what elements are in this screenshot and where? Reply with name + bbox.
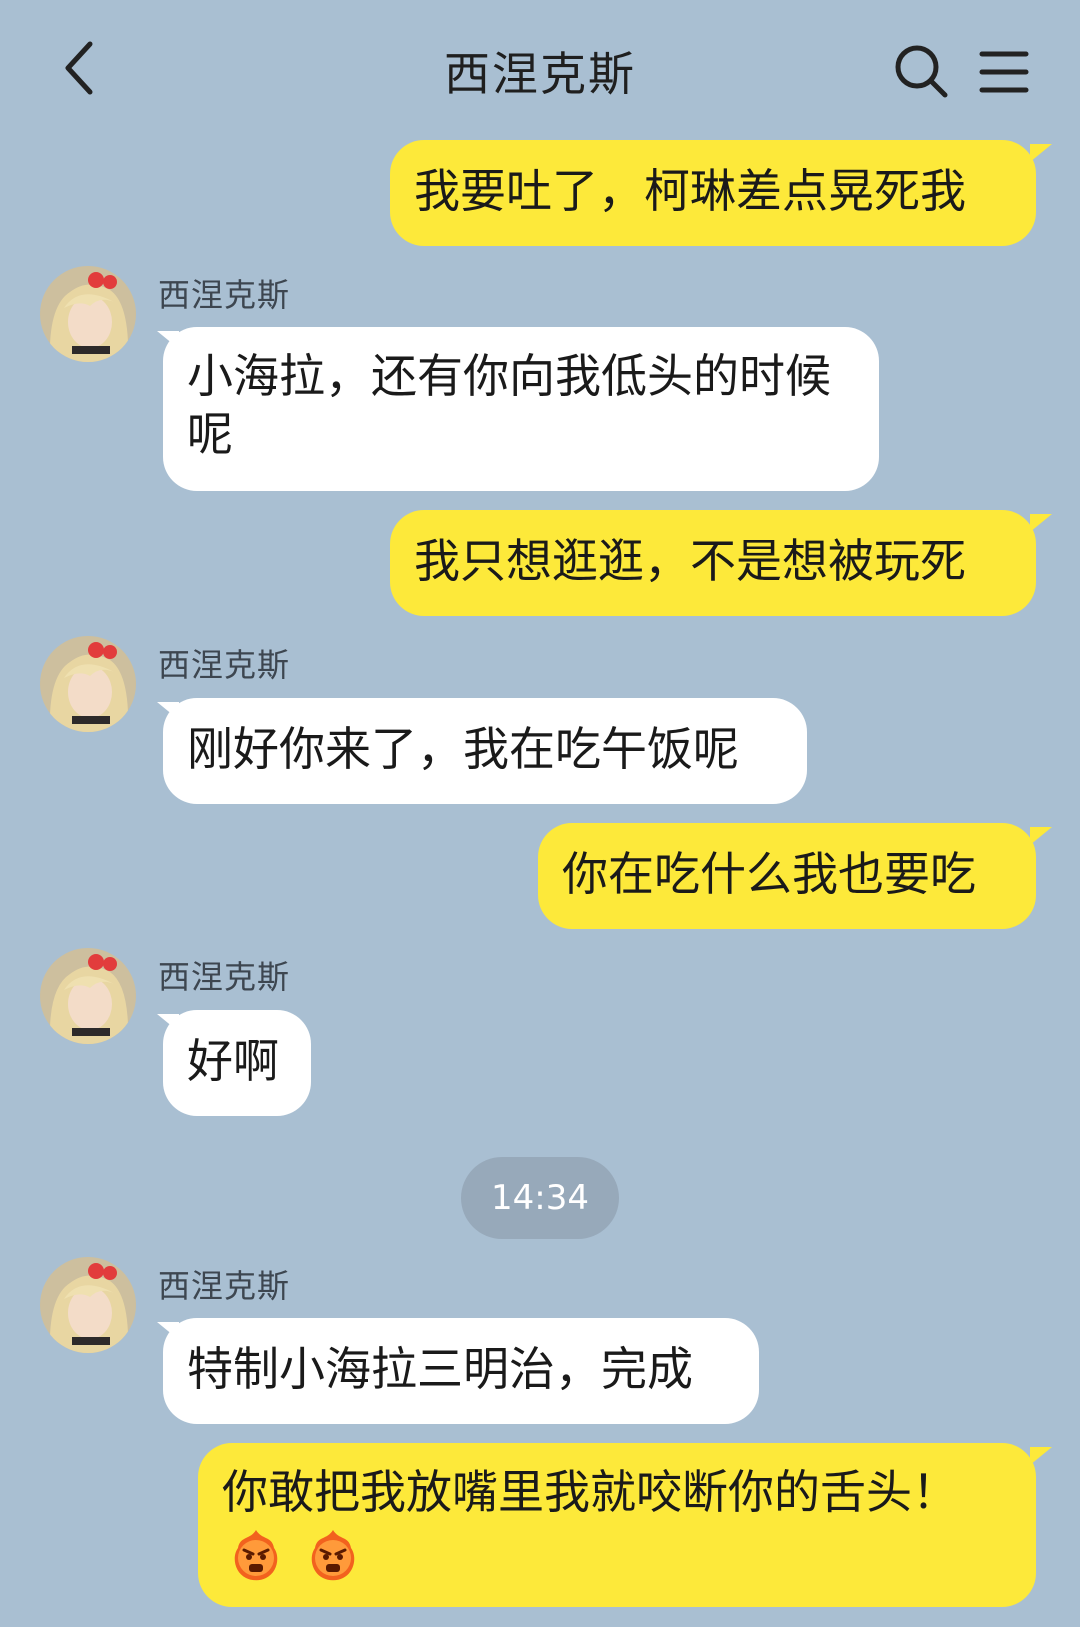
outgoing-message[interactable]: 你在吃什么我也要吃 bbox=[538, 823, 1036, 929]
sender-name: 西涅克斯 bbox=[158, 958, 291, 996]
hamburger-menu-icon bbox=[979, 51, 1029, 93]
message-text: 好啊 bbox=[187, 1034, 279, 1088]
sender-name: 西涅克斯 bbox=[158, 1267, 291, 1305]
bubble-tail bbox=[157, 1014, 179, 1032]
bubble-tail bbox=[1030, 1447, 1052, 1465]
message-text: 小海拉，还有你向我低头的时候呢 bbox=[187, 349, 831, 461]
sender-name: 西涅克斯 bbox=[158, 276, 291, 314]
chat-header: 西涅克斯 bbox=[0, 0, 1080, 140]
avatar[interactable] bbox=[40, 636, 136, 732]
message-text: 我要吐了，柯琳差点晃死我 bbox=[414, 164, 966, 218]
avatar[interactable] bbox=[40, 266, 136, 362]
search-button[interactable] bbox=[892, 42, 952, 102]
message-text: 特制小海拉三明治，完成 bbox=[187, 1342, 693, 1396]
search-icon bbox=[895, 45, 948, 98]
avatar[interactable] bbox=[40, 948, 136, 1044]
bubble-tail bbox=[1030, 514, 1052, 532]
incoming-message[interactable]: 刚好你来了，我在吃午饭呢 bbox=[163, 698, 807, 804]
outgoing-message[interactable]: 我只想逛逛，不是想被玩死 bbox=[390, 510, 1036, 616]
incoming-message[interactable]: 特制小海拉三明治，完成 bbox=[163, 1318, 759, 1424]
angry-fire-face-emoji bbox=[234, 1529, 278, 1580]
outgoing-message[interactable]: 你敢把我放嘴里我就咬断你的舌头！ bbox=[198, 1443, 1036, 1607]
bubble-tail bbox=[157, 331, 179, 349]
timestamp-pill: 14:34 bbox=[461, 1157, 619, 1239]
avatar[interactable] bbox=[40, 1257, 136, 1353]
message-text: 你敢把我放嘴里我就咬断你的舌头！ bbox=[222, 1465, 958, 1519]
bubble-tail bbox=[1030, 144, 1052, 162]
incoming-message[interactable]: 好啊 bbox=[163, 1010, 311, 1116]
bubble-tail bbox=[1030, 827, 1052, 845]
sender-name: 西涅克斯 bbox=[158, 646, 291, 684]
angry-fire-face-emoji bbox=[311, 1529, 354, 1580]
bubble-tail bbox=[157, 702, 179, 720]
bubble-tail bbox=[157, 1322, 179, 1340]
outgoing-message[interactable]: 我要吐了，柯琳差点晃死我 bbox=[390, 140, 1036, 246]
message-text: 你在吃什么我也要吃 bbox=[562, 847, 976, 901]
incoming-message[interactable]: 小海拉，还有你向我低头的时候呢 bbox=[163, 327, 879, 491]
message-text: 刚好你来了，我在吃午饭呢 bbox=[187, 722, 739, 776]
menu-button[interactable] bbox=[974, 42, 1034, 102]
message-text: 我只想逛逛，不是想被玩死 bbox=[414, 534, 966, 588]
